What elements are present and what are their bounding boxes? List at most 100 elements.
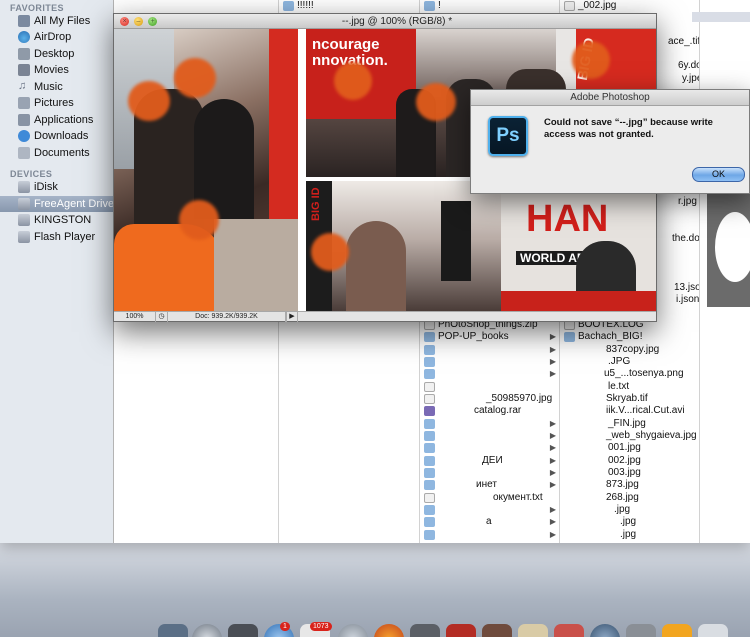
list-item[interactable]: ▶: [420, 430, 559, 442]
sidebar-item-all-my-files[interactable]: All My Files: [0, 13, 114, 29]
list-item[interactable]: инет ▶: [420, 479, 559, 491]
sidebar-item-pictures[interactable]: Pictures: [0, 95, 114, 111]
list-item[interactable]: а ▶: [420, 516, 559, 528]
folder-icon: [424, 530, 435, 540]
list-item[interactable]: !: [420, 0, 559, 12]
ok-button[interactable]: OK: [692, 167, 745, 182]
dock-app-icon[interactable]: [626, 624, 656, 637]
list-item[interactable]: ▶: [420, 467, 559, 479]
dock-app-icon[interactable]: [482, 624, 512, 637]
list-item[interactable]: 873.jpg: [560, 479, 699, 491]
music-icon: ♫: [18, 80, 27, 92]
close-button[interactable]: ×: [120, 17, 129, 26]
list-item[interactable]: _002.jpg: [560, 0, 699, 12]
sidebar-item-idisk[interactable]: iDisk: [0, 179, 114, 195]
list-item[interactable]: [420, 381, 559, 393]
list-item[interactable]: Bachach_BIG!: [560, 331, 699, 343]
list-item[interactable]: _FIN.jpg: [560, 418, 699, 430]
list-item[interactable]: !!!!!!: [279, 0, 419, 12]
list-item[interactable]: .jpg: [560, 504, 699, 516]
list-item[interactable]: catalog.rar: [420, 405, 559, 417]
status-menu-icon[interactable]: ◷: [156, 312, 168, 322]
list-item[interactable]: 837copy.jpg: [560, 344, 699, 356]
photo-thumbnail: [707, 192, 750, 307]
chevron-right-icon: ▶: [549, 517, 556, 526]
folder-icon: [283, 1, 294, 11]
dock-app-icon[interactable]: [554, 624, 584, 637]
list-item[interactable]: ▶: [420, 368, 559, 380]
list-item[interactable]: ▶: [420, 529, 559, 541]
dock-app-icon[interactable]: [698, 624, 728, 637]
devices-header: DEVICES: [10, 169, 53, 179]
sidebar-item-airdrop[interactable]: AirDrop: [0, 29, 114, 45]
zoom-button[interactable]: +: [148, 17, 157, 26]
sidebar-item-documents[interactable]: Documents: [0, 145, 114, 161]
list-item[interactable]: le.txt: [560, 381, 699, 393]
list-item[interactable]: ▶: [420, 356, 559, 368]
sidebar-item-applications[interactable]: Applications: [0, 112, 114, 128]
list-item[interactable]: u5_...tosenya.png: [560, 368, 699, 380]
list-item[interactable]: .JPG: [560, 356, 699, 368]
chevron-right-icon: ▶: [549, 332, 556, 341]
folder-icon: [424, 517, 435, 527]
list-item[interactable]: _50985970.jpg: [420, 393, 559, 405]
document-titlebar[interactable]: × – + --.jpg @ 100% (RGB/8) *: [114, 14, 656, 29]
list-item[interactable]: POP-UP_books ▶: [420, 331, 559, 343]
list-item[interactable]: 268.jpg: [560, 492, 699, 504]
sidebar-item-music[interactable]: ♫ Music: [0, 79, 114, 95]
documents-icon: [18, 147, 30, 159]
sidebar-item-kingston[interactable]: KINGSTON: [0, 212, 114, 228]
dock-app-icon[interactable]: [374, 624, 404, 637]
chevron-right-icon: ▶: [549, 468, 556, 477]
list-item[interactable]: 003.jpg: [560, 467, 699, 479]
dock-app-icon[interactable]: [410, 624, 440, 637]
selected-row-highlight: [692, 12, 750, 22]
dock-app-icon[interactable]: [228, 624, 258, 637]
list-item[interactable]: 002.jpg: [560, 455, 699, 467]
dock-app-icon[interactable]: [158, 624, 188, 637]
document-status-bar: 100% ◷ Doc: 939.2K/939.2K ▶: [114, 311, 656, 322]
collage-photo-bottom-right: HAN WORLD ARE BIG ID: [306, 181, 656, 311]
folder-icon: [424, 480, 435, 490]
image-file-icon: [564, 1, 575, 11]
sidebar-item-flash-player[interactable]: Flash Player: [0, 229, 114, 245]
list-item[interactable]: iik.V...rical.Cut.avi: [560, 405, 699, 417]
zoom-level[interactable]: 100%: [114, 312, 156, 322]
sidebar-item-desktop[interactable]: Desktop: [0, 46, 114, 62]
photoshop-app-icon: Ps: [488, 116, 528, 156]
dock-app-icon[interactable]: [338, 624, 368, 637]
dock-app-icon[interactable]: [446, 624, 476, 637]
dock-app-icon[interactable]: [192, 624, 222, 637]
pictures-icon: [18, 97, 30, 109]
folder-icon: [424, 332, 435, 342]
list-item[interactable]: _web_shygaieva.jpg: [560, 430, 699, 442]
dialog-message: Could not save “--.jpg” because write ac…: [544, 117, 713, 140]
sidebar-item-freeagent-drive[interactable]: FreeAgent Drive: [0, 196, 114, 212]
folder-icon: [424, 468, 435, 478]
list-item[interactable]: ▶: [420, 504, 559, 516]
dock-app-icon[interactable]: [590, 624, 620, 637]
list-item[interactable]: .jpg: [560, 516, 699, 528]
sidebar-item-downloads[interactable]: Downloads: [0, 128, 114, 144]
folder-icon: [424, 505, 435, 515]
list-item[interactable]: окумент.txt: [420, 492, 559, 504]
desktop-icon: [18, 48, 30, 60]
all-files-icon: [18, 15, 30, 27]
status-arrow-icon[interactable]: ▶: [286, 312, 298, 322]
dock-app-icon[interactable]: 1: [264, 622, 294, 637]
list-item[interactable]: ▶: [420, 442, 559, 454]
dock: 1 1073: [150, 622, 750, 637]
list-item[interactable]: .jpg: [560, 529, 699, 541]
list-item[interactable]: ДЕИ ▶: [420, 455, 559, 467]
list-item[interactable]: 001.jpg: [560, 442, 699, 454]
list-item[interactable]: Skryab.tif: [560, 393, 699, 405]
sidebar-item-movies[interactable]: Movies: [0, 62, 114, 78]
notification-badge: 1073: [310, 622, 332, 631]
chevron-right-icon: ▶: [549, 419, 556, 428]
minimize-button[interactable]: –: [134, 17, 143, 26]
list-item[interactable]: ▶: [420, 418, 559, 430]
dock-app-icon[interactable]: [662, 624, 692, 637]
dock-app-icon[interactable]: [518, 624, 548, 637]
list-item[interactable]: ▶: [420, 344, 559, 356]
dock-app-icon[interactable]: 1073: [300, 622, 332, 637]
